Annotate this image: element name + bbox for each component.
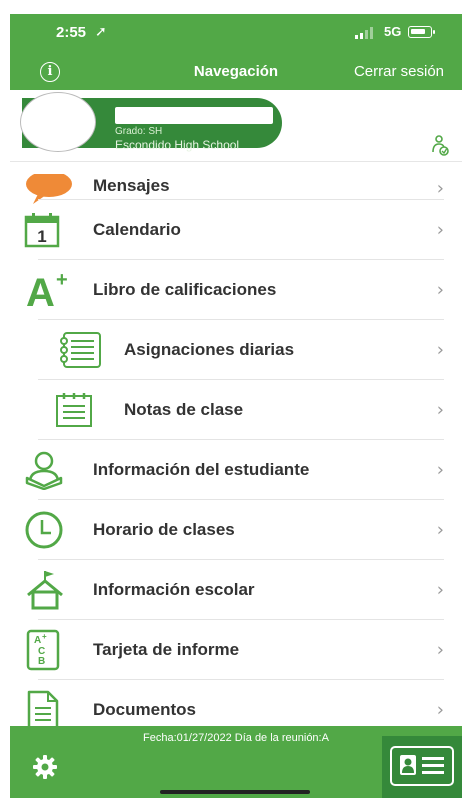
network-type: 5G: [384, 24, 402, 39]
school-name: Escondido High School: [115, 138, 240, 152]
chevron-right-icon: ›: [436, 579, 444, 601]
student-id-card-button[interactable]: [382, 736, 462, 798]
chevron-right-icon: ›: [436, 178, 444, 199]
chevron-right-icon: ›: [436, 459, 444, 481]
calendar-icon: 1: [24, 213, 60, 248]
calendar-day-number: 1: [37, 227, 46, 246]
menu-label-informacion-del-estudiante: Información del estudiante: [93, 460, 310, 479]
menu-item-libro-de-calificaciones[interactable]: A + Libro de calificaciones ›: [10, 260, 462, 320]
location-arrow-icon: ➚: [95, 23, 107, 39]
navigation-menu: Mensajes › 1 Calendario › A + Libro de c…: [10, 162, 462, 740]
status-time: 2:55: [56, 24, 87, 41]
menu-label-calendario: Calendario: [93, 220, 181, 239]
footer-bar: Fecha:01/27/2022 Día de la reunión:A: [10, 726, 462, 798]
student-grade: Grado: SH: [115, 126, 163, 137]
chevron-right-icon: ›: [436, 639, 444, 661]
checklist-icon: [60, 332, 101, 368]
chevron-right-icon: ›: [436, 339, 444, 361]
id-card-glyph: [400, 755, 444, 775]
menu-label-tarjeta-de-informe: Tarjeta de informe: [93, 640, 240, 659]
menu-item-asignaciones-diarias[interactable]: Asignaciones diarias ›: [10, 320, 462, 380]
signal-bars-icon: [355, 27, 373, 39]
student-reading-icon: [25, 451, 63, 490]
menu-item-calendario[interactable]: 1 Calendario ›: [10, 200, 462, 260]
report-card-a: A: [34, 635, 41, 646]
student-profile-header: Grado: SH Escondido High School: [10, 90, 462, 162]
logout-button[interactable]: Cerrar sesión: [354, 63, 444, 80]
chevron-right-icon: ›: [436, 279, 444, 301]
avatar: [20, 92, 96, 152]
student-name-redacted: [115, 107, 273, 124]
menu-item-informacion-escolar[interactable]: Información escolar ›: [10, 560, 462, 620]
home-indicator: [160, 790, 310, 794]
menu-item-notas-de-clase[interactable]: Notas de clase ›: [10, 380, 462, 440]
report-card-plus: +: [42, 632, 47, 641]
a-plus-letter: A: [26, 271, 55, 310]
report-card-b: B: [38, 656, 45, 667]
menu-label-informacion-escolar: Información escolar: [93, 580, 255, 599]
status-bar: 2:55 ➚ 5G: [10, 14, 462, 56]
gear-icon[interactable]: [32, 754, 58, 780]
a-plus-sign: +: [56, 270, 68, 291]
menu-item-mensajes[interactable]: Mensajes ›: [10, 162, 462, 204]
menu-item-informacion-del-estudiante[interactable]: Información del estudiante ›: [10, 440, 462, 500]
battery-icon: [408, 26, 435, 38]
menu-label-notas-de-clase: Notas de clase: [124, 400, 244, 419]
clock-icon: [25, 511, 63, 549]
chevron-right-icon: ›: [436, 519, 444, 541]
chevron-right-icon: ›: [436, 399, 444, 421]
menu-label-mensajes: Mensajes: [93, 176, 170, 195]
menu-label-documentos: Documentos: [93, 700, 196, 719]
chevron-right-icon: ›: [436, 219, 444, 241]
menu-item-tarjeta-de-informe[interactable]: A + C B Tarjeta de informe ›: [10, 620, 462, 680]
switch-student-icon[interactable]: [430, 134, 450, 156]
menu-item-horario-de-clases[interactable]: Horario de clases ›: [10, 500, 462, 560]
notepad-icon: [56, 393, 92, 427]
menu-label-horario-de-clases: Horario de clases: [93, 520, 235, 539]
menu-label-asignaciones-diarias: Asignaciones diarias: [124, 340, 295, 359]
menu-label-libro-de-calificaciones: Libro de calificaciones: [93, 280, 277, 299]
navigation-bar: i Navegación Cerrar sesión: [10, 56, 462, 90]
screenshot-frame: 2:55 ➚ 5G i Navegación Cerrar sesión Gra…: [0, 0, 469, 806]
phone-screen: 2:55 ➚ 5G i Navegación Cerrar sesión Gra…: [10, 14, 462, 798]
school-house-icon: [27, 571, 63, 610]
document-icon: [27, 690, 59, 730]
id-card-icon: [390, 746, 454, 786]
a-plus-icon: A +: [26, 270, 68, 310]
chevron-right-icon: ›: [436, 699, 444, 721]
report-card-icon: A + C B: [26, 629, 60, 671]
